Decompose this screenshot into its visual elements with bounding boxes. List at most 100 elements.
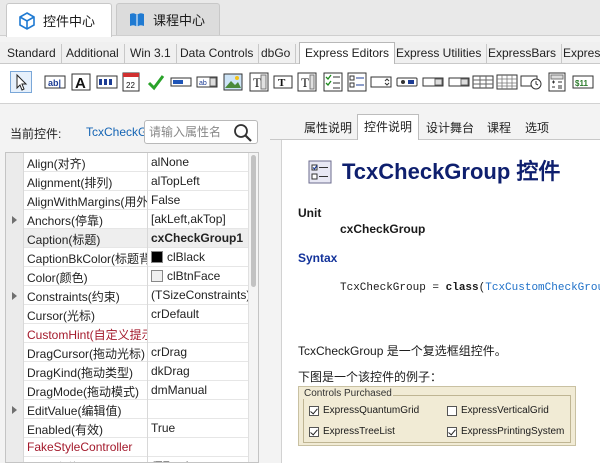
property-row[interactable]: Enabled(有效) True: [6, 419, 249, 438]
tab-control-center-label: 控件中心: [43, 14, 96, 29]
property-value[interactable]: (TSizeConstraints): [147, 286, 249, 305]
property-value[interactable]: crDefault: [147, 305, 249, 324]
label-edit-icon-2[interactable]: [96, 71, 118, 93]
app-window: 控件中心 课程中心 Standard Additional Win 3.1 Da…: [0, 0, 600, 463]
property-value-text: crDrag: [151, 345, 188, 359]
property-row[interactable]: Color(颜色) clBtnFace: [6, 267, 249, 286]
tab-control-center[interactable]: 控件中心: [6, 3, 112, 37]
property-value[interactable]: clBtnFace: [147, 267, 249, 286]
property-value[interactable]: dmManual: [147, 381, 249, 400]
property-value[interactable]: [akLeft,akTop]: [147, 210, 249, 229]
palette-tab-win31[interactable]: Win 3.1: [125, 44, 177, 64]
property-row-gutter: [6, 210, 24, 229]
check-group-icon[interactable]: [346, 71, 368, 93]
mask-edit-icon[interactable]: T: [248, 71, 270, 93]
checklist-icon[interactable]: [322, 71, 344, 93]
property-value[interactable]: [147, 400, 249, 419]
grid-combo-icon[interactable]: [472, 71, 494, 93]
property-row-gutter: [6, 305, 24, 324]
property-name: Align(对齐): [27, 157, 86, 171]
property-value-text: cxCheckGroup1: [151, 231, 244, 245]
calc-icon[interactable]: [546, 71, 568, 93]
palette-tab-standard[interactable]: Standard: [2, 44, 62, 64]
property-row[interactable]: Font(字体) (TFont): [6, 457, 249, 462]
scrollbar-thumb[interactable]: [251, 155, 256, 287]
time-edit-icon[interactable]: [520, 71, 542, 93]
property-value[interactable]: alNone: [147, 153, 249, 172]
tab-property-help[interactable]: 属性说明: [298, 118, 358, 140]
property-row[interactable]: DragMode(拖动模式) dmManual: [6, 381, 249, 400]
tab-control-help[interactable]: 控件说明: [357, 114, 420, 141]
property-value-text: (TFont): [151, 459, 190, 462]
property-row[interactable]: Anchors(停靠) [akLeft,akTop]: [6, 210, 249, 229]
property-value[interactable]: cxCheckGroup1: [147, 229, 249, 248]
property-row[interactable]: Alignment(排列) alTopLeft: [6, 172, 249, 191]
property-row-gutter: [6, 324, 24, 343]
property-row[interactable]: EditValue(编辑值): [6, 400, 249, 419]
palette-tab-express-editors[interactable]: Express Editors: [299, 42, 396, 65]
search-icon[interactable]: [233, 123, 253, 143]
image-icon[interactable]: [222, 71, 244, 93]
syntax-type-link[interactable]: TcxCustomCheckGroup): [485, 282, 600, 294]
button-edit-icon[interactable]: ab: [196, 71, 218, 93]
expand-arrow-icon[interactable]: [12, 292, 17, 300]
property-row[interactable]: FakeStyleController: [6, 438, 249, 457]
property-value[interactable]: [147, 324, 249, 343]
radio-group-icon[interactable]: [422, 71, 444, 93]
property-row[interactable]: DragKind(拖动类型) dkDrag: [6, 362, 249, 381]
progress-icon[interactable]: [170, 71, 192, 93]
calendar-grid-icon[interactable]: [496, 71, 518, 93]
text-edit-icon[interactable]: T: [272, 71, 294, 93]
palette-tab-express-utilities[interactable]: Express Utilities: [391, 44, 488, 64]
property-value[interactable]: crDrag: [147, 343, 249, 362]
spin-edit-icon[interactable]: [370, 71, 392, 93]
tab-course[interactable]: 课程: [481, 118, 517, 140]
property-search-input[interactable]: [149, 122, 233, 142]
property-row[interactable]: CustomHint(自定义提示): [6, 324, 249, 343]
property-row-gutter: [6, 419, 24, 438]
memo-icon[interactable]: 22: [120, 71, 142, 93]
pointer-icon[interactable]: [10, 71, 32, 93]
property-row[interactable]: CaptionBkColor(标题背景色) clBlack: [6, 248, 249, 267]
palette-tab-data-controls[interactable]: Data Controls: [175, 44, 260, 64]
property-value-text: [akLeft,akTop]: [151, 212, 226, 226]
property-value-text: crDefault: [151, 307, 200, 321]
tab-options[interactable]: 选项: [519, 118, 555, 140]
property-value[interactable]: True: [147, 419, 249, 438]
currency-edit-icon[interactable]: $11: [572, 71, 594, 93]
tab-course-center[interactable]: 课程中心: [116, 3, 220, 35]
property-value[interactable]: (TFont): [147, 457, 249, 462]
property-value[interactable]: [147, 438, 249, 457]
tab-design-stage[interactable]: 设计舞台: [420, 118, 480, 140]
property-row[interactable]: AlignWithMargins(用外边距对齐) False: [6, 191, 249, 210]
palette-tab-expressbars[interactable]: ExpressBars: [483, 44, 563, 64]
property-value[interactable]: dkDrag: [147, 362, 249, 381]
switch-icon[interactable]: [396, 71, 418, 93]
palette-tab-dbgo[interactable]: dbGo: [256, 44, 297, 64]
property-name: DragCursor(拖动光标): [27, 347, 146, 361]
palette-tab-additional[interactable]: Additional: [61, 44, 125, 64]
text-memo-icon[interactable]: T: [296, 71, 318, 93]
property-row-gutter: [6, 343, 24, 362]
property-value[interactable]: clBlack: [147, 248, 249, 267]
expand-arrow-icon[interactable]: [12, 406, 17, 414]
property-value[interactable]: alTopLeft: [147, 172, 249, 191]
check-icon[interactable]: [145, 71, 167, 93]
property-row[interactable]: Caption(标题) cxCheckGroup1: [6, 229, 249, 248]
property-value[interactable]: False: [147, 191, 249, 210]
color-swatch: [151, 270, 163, 282]
property-row[interactable]: Cursor(光标) crDefault: [6, 305, 249, 324]
property-row[interactable]: Constraints(约束) (TSizeConstraints): [6, 286, 249, 305]
property-row-gutter: [6, 248, 24, 267]
property-search-box[interactable]: [144, 120, 258, 144]
label-edit-icon[interactable]: ab|: [44, 71, 66, 93]
property-row-gutter: [6, 153, 24, 172]
expand-arrow-icon[interactable]: [12, 216, 17, 224]
color-swatch: [151, 251, 163, 263]
property-row[interactable]: Align(对齐) alNone: [6, 153, 249, 172]
property-row[interactable]: DragCursor(拖动光标) crDrag: [6, 343, 249, 362]
label-a-icon[interactable]: A: [70, 71, 92, 93]
property-grid-scrollbar[interactable]: [248, 153, 258, 462]
combo-icon[interactable]: [448, 71, 470, 93]
palette-tab-express-more[interactable]: Express: [558, 44, 600, 64]
